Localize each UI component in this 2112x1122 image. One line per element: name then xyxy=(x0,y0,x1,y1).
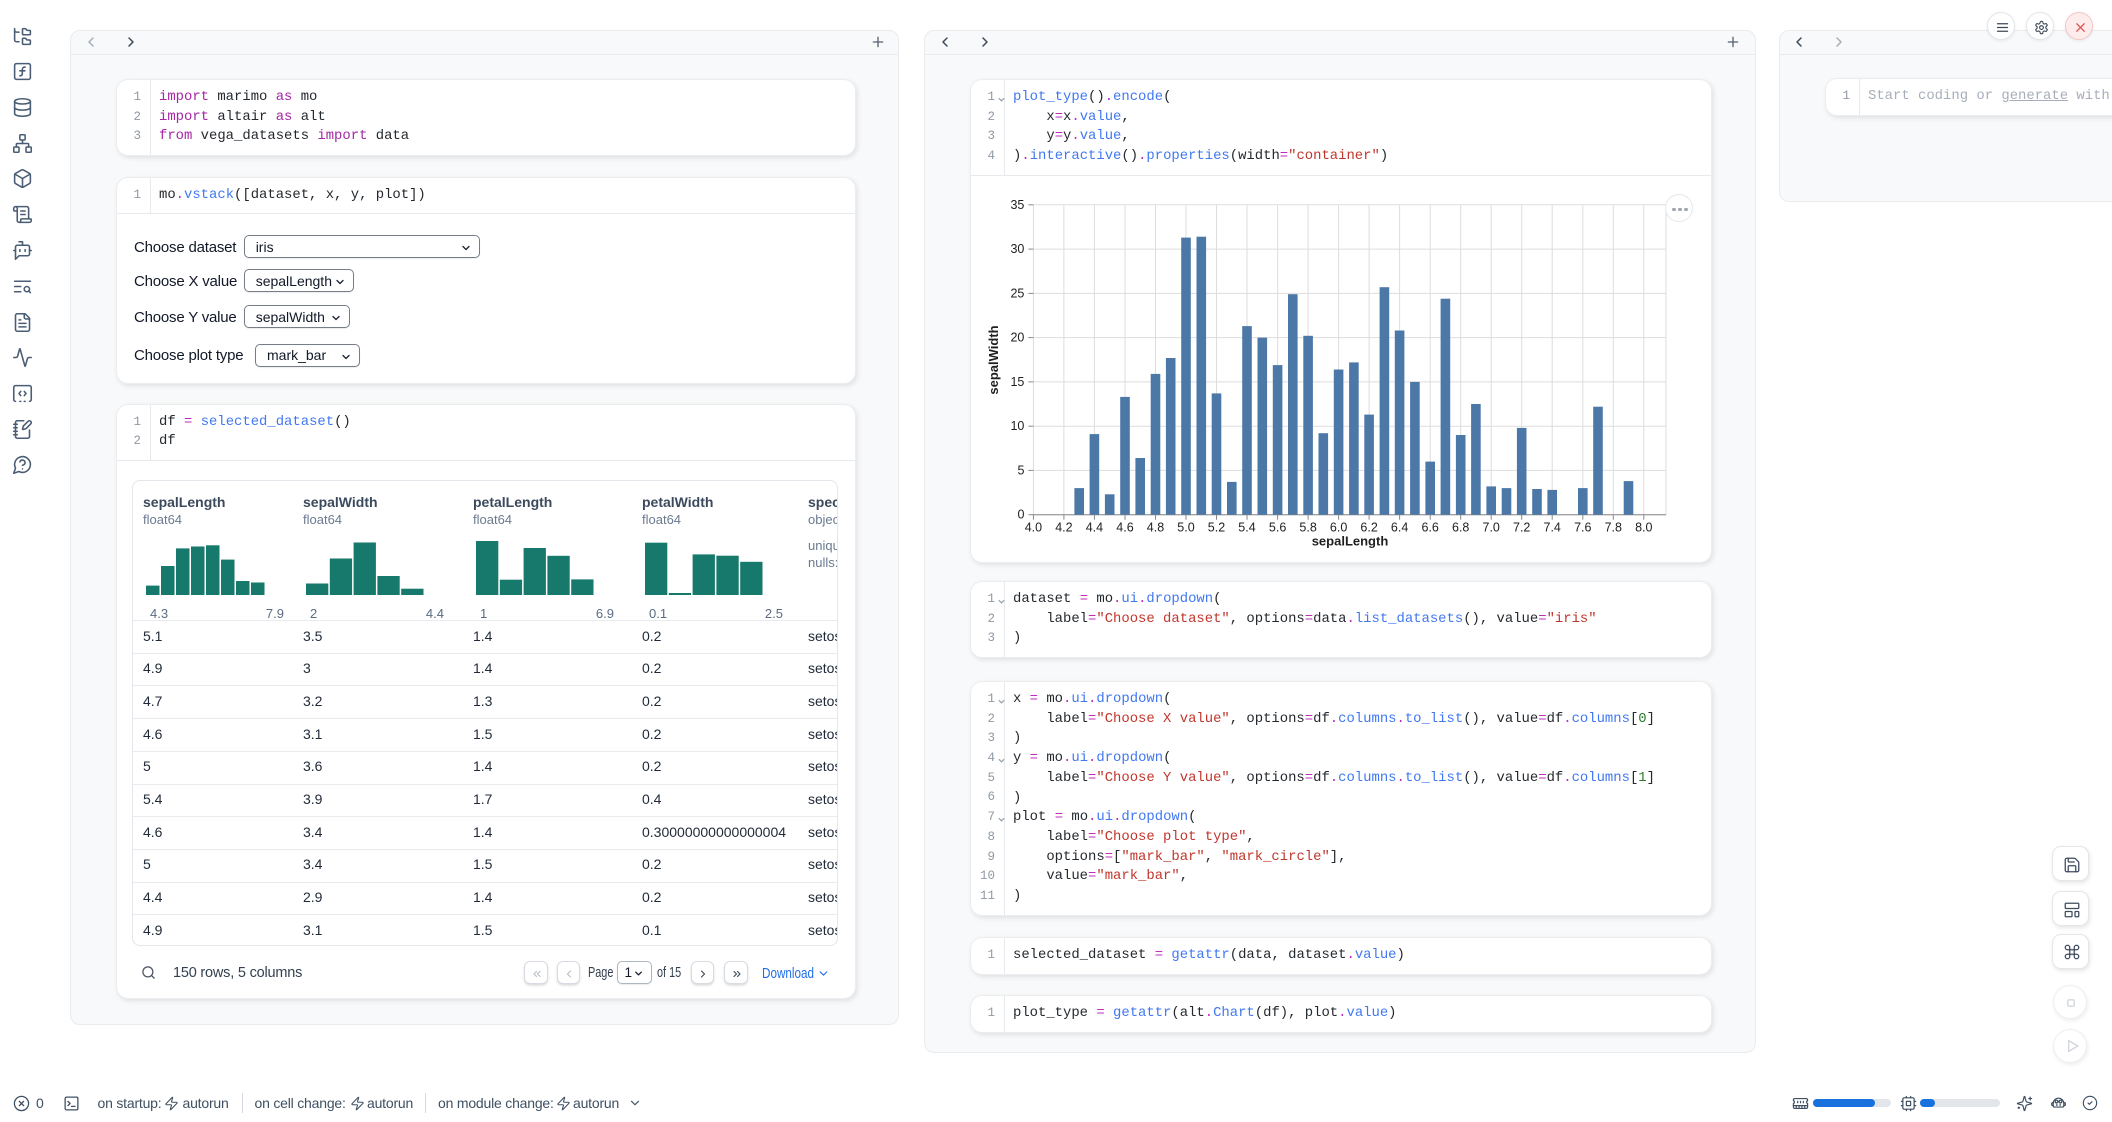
svg-text:7.2: 7.2 xyxy=(1513,521,1530,535)
svg-text:5.0: 5.0 xyxy=(1177,521,1194,535)
svg-text:sepalWidth: sepalWidth xyxy=(986,325,1001,394)
svg-text:5.6: 5.6 xyxy=(1269,521,1286,535)
svg-text:sepalLength: sepalLength xyxy=(1312,533,1389,548)
svg-text:7.6: 7.6 xyxy=(1574,521,1591,535)
svg-text:30: 30 xyxy=(1010,242,1024,256)
svg-text:25: 25 xyxy=(1010,286,1024,300)
svg-text:6.8: 6.8 xyxy=(1452,521,1469,535)
svg-text:5: 5 xyxy=(1017,463,1024,477)
svg-text:8.0: 8.0 xyxy=(1635,521,1652,535)
svg-text:4.6: 4.6 xyxy=(1116,521,1133,535)
svg-text:4.8: 4.8 xyxy=(1147,521,1164,535)
svg-text:7.0: 7.0 xyxy=(1483,521,1500,535)
svg-text:20: 20 xyxy=(1010,330,1024,344)
svg-text:15: 15 xyxy=(1010,375,1024,389)
svg-text:7.8: 7.8 xyxy=(1605,521,1622,535)
svg-text:6.6: 6.6 xyxy=(1422,521,1439,535)
svg-text:7.4: 7.4 xyxy=(1544,521,1561,535)
svg-text:5.2: 5.2 xyxy=(1208,521,1225,535)
svg-text:0: 0 xyxy=(1017,508,1024,522)
svg-text:4.0: 4.0 xyxy=(1025,521,1042,535)
svg-text:4.4: 4.4 xyxy=(1086,521,1103,535)
svg-text:6.4: 6.4 xyxy=(1391,521,1408,535)
svg-text:5.4: 5.4 xyxy=(1238,521,1255,535)
svg-text:10: 10 xyxy=(1010,419,1024,433)
svg-text:4.2: 4.2 xyxy=(1055,521,1072,535)
svg-text:35: 35 xyxy=(1010,198,1024,212)
